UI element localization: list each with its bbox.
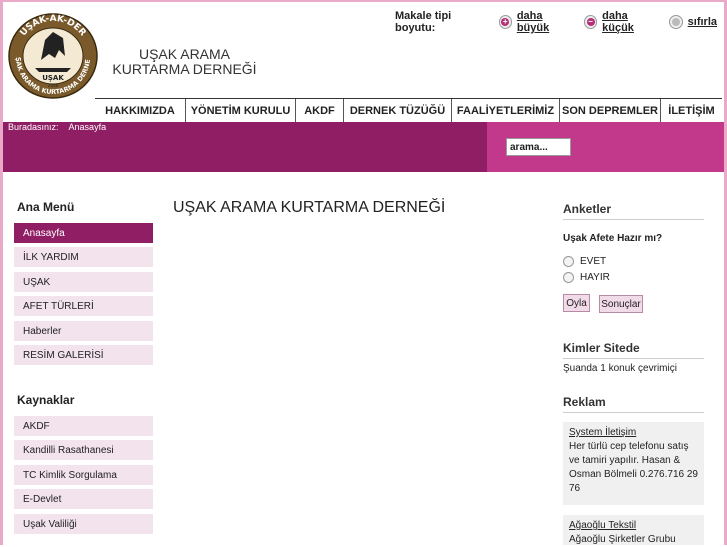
- page-title: UŞAK ARAMA KURTARMA DERNEĞİ: [173, 199, 446, 216]
- logo-year-text: 2008: [48, 83, 59, 88]
- online-title: Kimler Sitede: [563, 341, 704, 359]
- frame-top: [0, 0, 727, 2]
- menu-item-ilk-yardim[interactable]: İLK YARDIM: [14, 247, 153, 268]
- breadcrumb: Buradasınız: Anasayfa: [8, 122, 114, 132]
- ad-text: Her türlü cep telefonu satış ve tamiri y…: [569, 441, 698, 494]
- resources-title: Kaynaklar: [17, 393, 75, 407]
- ad-text: Ağaoğlu Şirketler Grubu: [569, 534, 676, 545]
- site-title[interactable]: UŞAK ARAMA KURTARMA DERNEĞİ: [102, 47, 267, 77]
- search-input[interactable]: [506, 138, 571, 156]
- minus-icon: −: [583, 15, 598, 29]
- results-button[interactable]: Sonuçlar: [599, 295, 643, 313]
- resource-item-usak-valiligi[interactable]: Uşak Valiliği: [14, 514, 153, 535]
- font-bigger-button[interactable]: + daha büyük: [498, 10, 574, 34]
- resource-item-akdf[interactable]: AKDF: [14, 416, 153, 437]
- plus-icon: +: [498, 15, 512, 29]
- frame-left: [0, 0, 3, 545]
- nav-item-dernek-tuzugu[interactable]: DERNEK TÜZÜĞÜ: [343, 99, 451, 123]
- resource-item-e-devlet[interactable]: E-Devlet: [14, 489, 153, 510]
- ad-agaoglu-tekstil: Ağaoğlu Tekstil Ağaoğlu Şirketler Grubu: [563, 515, 704, 545]
- font-reset-label: sıfırla: [687, 16, 717, 28]
- radio-hayir[interactable]: [563, 272, 574, 283]
- font-smaller-label: daha küçük: [602, 10, 634, 34]
- ad-title-link[interactable]: Ağaoğlu Tekstil: [569, 519, 698, 533]
- menu-item-usak[interactable]: UŞAK: [14, 272, 153, 293]
- logo-center-text: UŞAK: [42, 74, 64, 82]
- menu-item-haberler[interactable]: Haberler: [14, 321, 153, 342]
- nav-item-faaliyetlerimiz[interactable]: FAALİYETLERİMİZ: [451, 99, 559, 123]
- font-reset-button[interactable]: sıfırla: [668, 15, 717, 29]
- nav-item-akdf[interactable]: AKDF: [295, 99, 343, 123]
- nav-item-iletisim[interactable]: İLETİŞİM: [660, 99, 722, 123]
- main-menu-title: Ana Menü: [17, 200, 75, 214]
- breadcrumb-label: Buradasınız:: [8, 122, 59, 132]
- poll-option-evet[interactable]: EVET: [563, 256, 606, 267]
- reset-icon: [668, 15, 683, 29]
- poll-option-evet-label: EVET: [580, 256, 607, 267]
- poll-question: Uşak Afete Hazır mı?: [563, 233, 663, 244]
- menu-item-resim-galerisi[interactable]: RESİM GALERİSİ: [14, 345, 153, 366]
- online-text: Şuanda 1 konuk çevrimiçi: [563, 363, 677, 374]
- breadcrumb-current[interactable]: Anasayfa: [69, 122, 107, 132]
- association-logo[interactable]: UŞAK-AK-DER UŞAK ARAMA KURTARMA DERNEĞİ …: [5, 10, 101, 100]
- menu-item-anasayfa[interactable]: Anasayfa: [14, 223, 153, 244]
- nav-item-son-depremler[interactable]: SON DEPREMLER: [559, 99, 660, 123]
- nav-item-yonetim-kurulu[interactable]: YÖNETİM KURULU: [185, 99, 295, 123]
- top-nav: HAKKIMIZDA YÖNETİM KURULU AKDF DERNEK TÜ…: [95, 98, 722, 123]
- poll-option-hayir[interactable]: HAYIR: [563, 272, 610, 283]
- ad-system-iletisim: System İletişim Her türlü cep telefonu s…: [563, 422, 704, 505]
- resource-item-tc-kimlik[interactable]: TC Kimlik Sorgulama: [14, 465, 153, 486]
- radio-evet[interactable]: [563, 256, 574, 267]
- font-bigger-label: daha büyük: [516, 10, 550, 34]
- resource-item-kandilli[interactable]: Kandilli Rasathanesi: [14, 440, 153, 461]
- menu-item-afet-turleri[interactable]: AFET TÜRLERİ: [14, 296, 153, 317]
- ad-title-link[interactable]: System İletişim: [569, 426, 698, 440]
- font-size-controls: Makale tipi boyutu: + daha büyük − daha …: [395, 10, 727, 34]
- vote-button[interactable]: Oyla: [563, 294, 590, 312]
- ads-title: Reklam: [563, 395, 704, 413]
- nav-item-hakkimizda[interactable]: HAKKIMIZDA: [95, 99, 185, 123]
- poll-option-hayir-label: HAYIR: [580, 272, 610, 283]
- font-size-label: Makale tipi boyutu:: [395, 10, 452, 34]
- font-smaller-button[interactable]: − daha küçük: [583, 10, 659, 34]
- poll-title: Anketler: [563, 202, 704, 220]
